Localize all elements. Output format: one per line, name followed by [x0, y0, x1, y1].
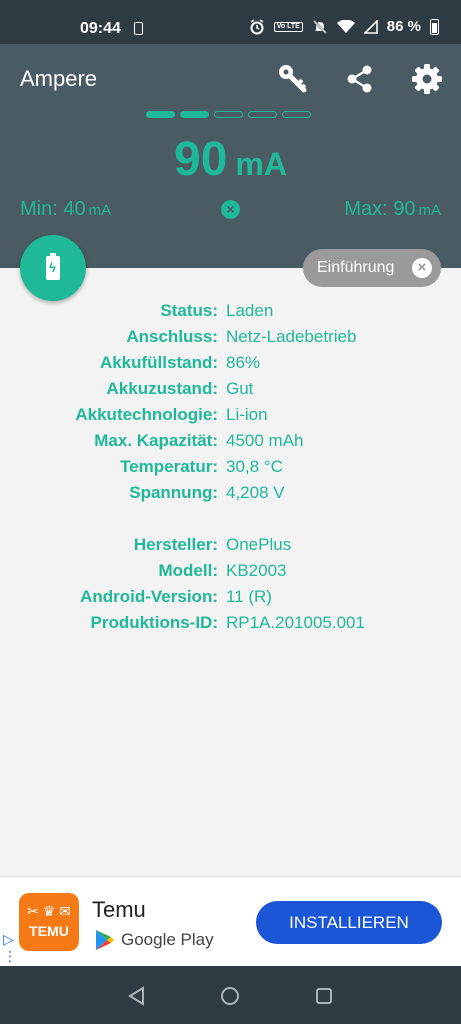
ad-banner[interactable]: ✂ ♛ ✉ TEMU Temu Google Play INSTALLIEREN…: [0, 876, 461, 967]
info-row: Produktions-ID: RP1A.201005.001: [0, 610, 461, 636]
info-value: Li-ion: [226, 405, 268, 424]
status-bar: 09:44 Vo LTE 86 %: [0, 0, 461, 44]
info-value: Laden: [226, 301, 274, 320]
install-button[interactable]: INSTALLIEREN: [256, 901, 442, 944]
page-indicator: [146, 111, 311, 118]
app-header: Ampere 90 mA Min: 40 mA × Max: 90 mA: [0, 44, 461, 268]
info-row: Max. Kapazität: 4500 mAh: [0, 428, 461, 454]
page-dot: [180, 111, 209, 118]
google-play-icon: [96, 930, 114, 950]
battery-fab-button[interactable]: ϟ: [20, 235, 86, 301]
min-reading: Min: 40 mA: [20, 198, 111, 221]
alarm-icon: [250, 18, 264, 34]
info-key: Max. Kapazität:: [94, 431, 218, 450]
back-icon[interactable]: [126, 985, 148, 1007]
reset-minmax-button[interactable]: ×: [221, 200, 240, 219]
intro-label: Einführung: [317, 259, 395, 276]
battery-charging-icon: ϟ: [46, 253, 60, 280]
battery-info-list: Status: Laden Anschluss: Netz-Ladebetrieb …: [0, 298, 461, 636]
info-value: Netz-Ladebetrieb: [226, 327, 357, 346]
info-key: Android-Version:: [80, 587, 218, 606]
home-icon[interactable]: [219, 985, 241, 1007]
info-row: Temperatur: 30,8 °C: [0, 454, 461, 480]
volte-icon: Vo LTE: [273, 21, 303, 32]
app-title: Ampere: [20, 66, 98, 91]
info-value: 4500 mAh: [226, 431, 304, 450]
max-value: Max: 90: [344, 198, 416, 220]
signal-icon: [363, 19, 378, 34]
page-dot: [282, 111, 311, 118]
max-reading: Max: 90 mA: [344, 198, 441, 221]
info-value: 11 (R): [226, 587, 272, 606]
intro-chip[interactable]: Einführung ×: [303, 249, 441, 287]
page-dot: [146, 111, 175, 118]
info-row: Anschluss: Netz-Ladebetrieb: [0, 324, 461, 350]
page-dot: [214, 111, 243, 118]
info-value: 30,8 °C: [226, 457, 283, 476]
info-row: Modell: KB2003: [0, 558, 461, 584]
info-row: Hersteller: OnePlus: [0, 532, 461, 558]
ad-title[interactable]: Temu: [92, 897, 146, 923]
current-value: 90: [174, 133, 228, 186]
max-unit: mA: [418, 202, 442, 219]
info-key: Status:: [160, 301, 218, 320]
info-value: 4,208 V: [226, 483, 285, 502]
min-unit: mA: [88, 202, 112, 219]
info-row: Akkufüllstand: 86%: [0, 350, 461, 376]
share-icon[interactable]: [343, 62, 377, 96]
recent-apps-icon[interactable]: [313, 985, 335, 1007]
status-icons: Vo LTE 86 %: [249, 18, 439, 35]
page-dot: [248, 111, 277, 118]
info-key: Produktions-ID:: [90, 613, 219, 632]
info-row: Status: Laden: [0, 298, 461, 324]
info-row: Akkutechnologie: Li-ion: [0, 402, 461, 428]
info-value: OnePlus: [226, 535, 292, 554]
info-key: Temperatur:: [120, 457, 218, 476]
adchoices-icon[interactable]: ▷ ⋮: [3, 931, 17, 965]
gear-icon[interactable]: [410, 62, 444, 96]
info-key: Modell:: [158, 561, 219, 580]
clock: 09:44: [80, 20, 121, 37]
mute-bell-icon: [312, 19, 327, 34]
current-unit: mA: [235, 146, 287, 182]
info-key: Hersteller:: [133, 535, 218, 554]
sim-icon: [134, 22, 143, 35]
info-key: Anschluss:: [126, 327, 218, 346]
temu-logo[interactable]: ✂ ♛ ✉ TEMU: [19, 893, 79, 951]
min-value: Min: 40: [20, 198, 86, 220]
store-label: Google Play: [121, 930, 214, 949]
battery-status-icon: [430, 18, 439, 35]
wifi-icon: [336, 19, 355, 33]
info-row: Spannung: 4,208 V: [0, 480, 461, 506]
close-icon[interactable]: ×: [412, 258, 432, 278]
info-value: KB2003: [226, 561, 287, 580]
info-value: RP1A.201005.001: [226, 613, 365, 632]
info-key: Akkufüllstand:: [99, 353, 218, 372]
temu-glyphs: ✂ ♛ ✉: [27, 903, 71, 919]
battery-percent: 86 %: [386, 18, 421, 35]
info-key: Akkutechnologie:: [75, 405, 218, 424]
info-value: Gut: [226, 379, 254, 398]
google-play-badge: Google Play: [95, 929, 214, 951]
info-key: Spannung:: [129, 483, 218, 502]
navigation-bar: [0, 966, 461, 1024]
info-value: 86%: [226, 353, 261, 372]
key-icon[interactable]: [276, 62, 310, 96]
info-row: Akkuzustand: Gut: [0, 376, 461, 402]
temu-logo-text: TEMU: [29, 923, 69, 939]
info-key: Akkuzustand:: [106, 379, 218, 398]
current-reading: 90 mA: [0, 132, 461, 187]
info-row: Android-Version: 11 (R): [0, 584, 461, 610]
